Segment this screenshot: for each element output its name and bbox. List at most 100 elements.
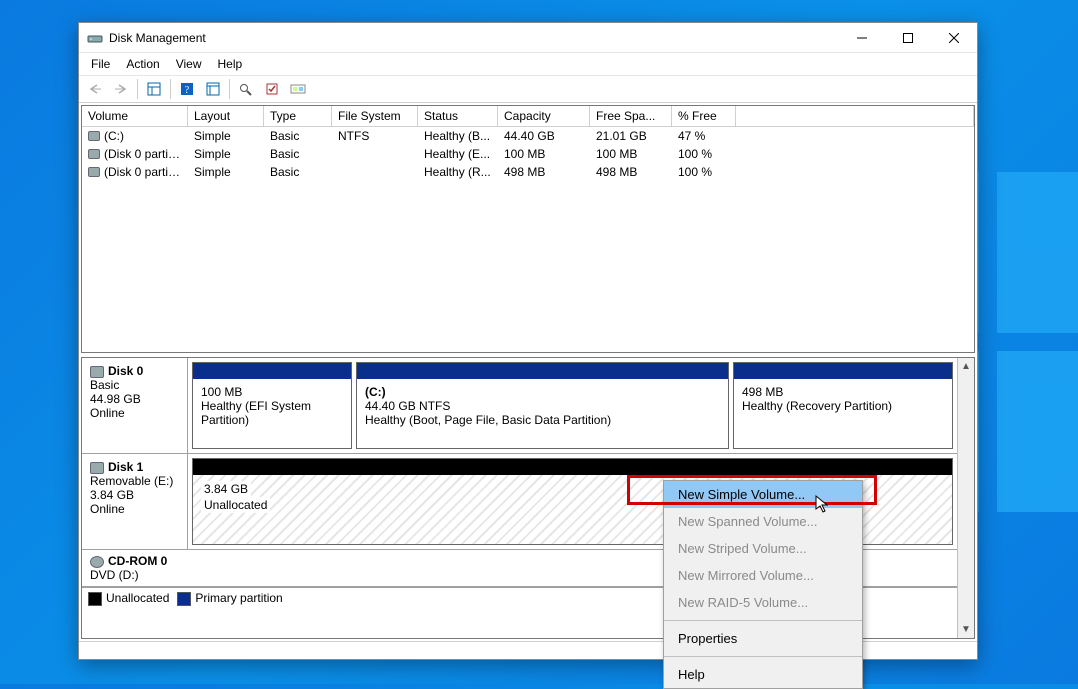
disk-status: Online (90, 502, 179, 516)
col-pct[interactable]: % Free (672, 106, 736, 126)
volume-row[interactable]: (C:) Simple Basic NTFS Healthy (B... 44.… (82, 127, 974, 145)
partition[interactable]: 100 MB Healthy (EFI System Partition) (192, 362, 352, 449)
ctx-new-mirrored-volume: New Mirrored Volume... (664, 562, 862, 589)
rescan-button[interactable] (260, 78, 284, 100)
volume-capacity: 44.40 GB (498, 127, 590, 145)
app-icon (87, 30, 103, 46)
volume-type: Basic (264, 145, 332, 163)
show-hide-tree-button[interactable] (142, 78, 166, 100)
vertical-scrollbar[interactable]: ▲ ▼ (957, 358, 974, 638)
partition-size: 3.84 GB (201, 481, 251, 497)
volume-layout: Simple (188, 163, 264, 181)
col-layout[interactable]: Layout (188, 106, 264, 126)
disk-type: Removable (E:) (90, 474, 179, 488)
volume-capacity: 100 MB (498, 145, 590, 163)
disk-info[interactable]: Disk 0 Basic 44.98 GB Online (82, 358, 188, 453)
menu-bar: File Action View Help (79, 53, 977, 75)
partition-status: Healthy (EFI System Partition) (201, 399, 343, 427)
minimize-button[interactable] (839, 23, 885, 53)
volume-row[interactable]: (Disk 0 partition 1) Simple Basic Health… (82, 145, 974, 163)
volume-status: Healthy (R... (418, 163, 498, 181)
menu-help[interactable]: Help (210, 55, 251, 73)
volume-list: Volume Layout Type File System Status Ca… (81, 105, 975, 353)
forward-button[interactable] (109, 78, 133, 100)
volume-row[interactable]: (Disk 0 partition 4) Simple Basic Health… (82, 163, 974, 181)
volume-status: Healthy (E... (418, 145, 498, 163)
col-status[interactable]: Status (418, 106, 498, 126)
help-button[interactable]: ? (175, 78, 199, 100)
volume-pct: 47 % (672, 127, 736, 145)
disk-info[interactable]: Disk 1 Removable (E:) 3.84 GB Online (82, 454, 188, 549)
back-button[interactable] (83, 78, 107, 100)
volume-icon (88, 149, 100, 159)
disk-type: Basic (90, 378, 179, 392)
partition-status: Healthy (Recovery Partition) (742, 399, 944, 413)
disk-title: Disk 0 (108, 364, 143, 378)
ctx-new-raid5-volume: New RAID-5 Volume... (664, 589, 862, 616)
disk-size: 3.84 GB (90, 488, 179, 502)
partition[interactable]: 498 MB Healthy (Recovery Partition) (733, 362, 953, 449)
menu-action[interactable]: Action (118, 55, 167, 73)
volume-fs (332, 163, 418, 181)
maximize-button[interactable] (885, 23, 931, 53)
settings-button[interactable] (286, 78, 310, 100)
disk-size: 44.98 GB (90, 392, 179, 406)
disk-status: Online (90, 406, 179, 420)
partition[interactable]: (C:) 44.40 GB NTFS Healthy (Boot, Page F… (356, 362, 729, 449)
volume-icon (88, 167, 100, 177)
col-spacer (736, 106, 974, 126)
volume-fs (332, 145, 418, 163)
volume-pct: 100 % (672, 145, 736, 163)
refresh-button[interactable] (234, 78, 258, 100)
legend-label-primary: Primary partition (195, 591, 282, 605)
cursor-icon (814, 494, 834, 514)
partition-bar-primary (193, 363, 351, 379)
col-capacity[interactable]: Capacity (498, 106, 590, 126)
properties-button[interactable] (201, 78, 225, 100)
close-button[interactable] (931, 23, 977, 53)
partition-status: Healthy (Boot, Page File, Basic Data Par… (365, 413, 720, 427)
menu-view[interactable]: View (168, 55, 210, 73)
volume-layout: Simple (188, 145, 264, 163)
col-volume[interactable]: Volume (82, 106, 188, 126)
disk-icon (90, 366, 104, 378)
cdrom-icon (90, 556, 104, 568)
scroll-down-icon[interactable]: ▼ (958, 621, 974, 638)
partition-size: 100 MB (201, 385, 343, 399)
legend-swatch-unallocated (88, 592, 102, 606)
disk-row: Disk 0 Basic 44.98 GB Online 100 MB Heal… (82, 358, 957, 454)
menu-file[interactable]: File (83, 55, 118, 73)
col-free[interactable]: Free Spa... (590, 106, 672, 126)
ctx-properties[interactable]: Properties (664, 625, 862, 652)
col-filesystem[interactable]: File System (332, 106, 418, 126)
partition-bar-unallocated (193, 459, 952, 475)
volume-layout: Simple (188, 127, 264, 145)
partition-size: 498 MB (742, 385, 944, 399)
volume-pct: 100 % (672, 163, 736, 181)
volume-icon (88, 131, 100, 141)
volume-type: Basic (264, 127, 332, 145)
volume-free: 21.01 GB (590, 127, 672, 145)
partition-size: 44.40 GB NTFS (365, 399, 720, 413)
legend-swatch-primary (177, 592, 191, 606)
disk-title: Disk 1 (108, 460, 143, 474)
toolbar: ? (79, 75, 977, 103)
col-type[interactable]: Type (264, 106, 332, 126)
legend-label-unallocated: Unallocated (106, 591, 169, 605)
ctx-new-striped-volume: New Striped Volume... (664, 535, 862, 562)
volume-free: 100 MB (590, 145, 672, 163)
partition-bar-primary (734, 363, 952, 379)
volume-list-header: Volume Layout Type File System Status Ca… (82, 106, 974, 127)
partition-label: (C:) (365, 385, 720, 399)
volume-name: (Disk 0 partition 1) (104, 147, 188, 161)
volume-list-body: (C:) Simple Basic NTFS Healthy (B... 44.… (82, 127, 974, 352)
titlebar: Disk Management (79, 23, 977, 53)
volume-name: (C:) (104, 129, 124, 143)
volume-capacity: 498 MB (498, 163, 590, 181)
partition-status: Unallocated (201, 497, 270, 513)
volume-free: 498 MB (590, 163, 672, 181)
volume-type: Basic (264, 163, 332, 181)
disk-icon (90, 462, 104, 474)
scroll-up-icon[interactable]: ▲ (958, 358, 974, 375)
volume-status: Healthy (B... (418, 127, 498, 145)
